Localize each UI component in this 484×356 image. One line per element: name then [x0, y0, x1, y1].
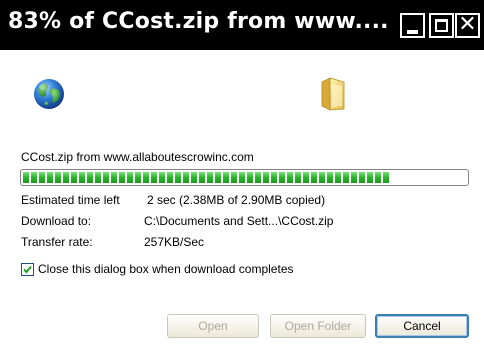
progress-fill	[23, 172, 391, 183]
progress-segment	[247, 172, 253, 183]
globe-icon	[34, 79, 64, 109]
transfer-rate-label: Transfer rate:	[21, 235, 93, 249]
source-text: CCost.zip from www.allaboutescrowinc.com	[21, 150, 254, 164]
time-left-row: Estimated time left 2 sec (2.38MB of 2.9…	[21, 193, 325, 207]
progress-segment	[79, 172, 85, 183]
folder-icon	[321, 77, 345, 111]
progress-segment	[335, 172, 341, 183]
progress-segment	[95, 172, 101, 183]
progress-segment	[167, 172, 173, 183]
progress-segment	[159, 172, 165, 183]
progress-segment	[255, 172, 261, 183]
progress-segment	[127, 172, 133, 183]
minimize-icon	[407, 30, 418, 34]
download-to-value: C:\Documents and Sett...\CCost.zip	[144, 214, 334, 228]
open-folder-button[interactable]: Open Folder	[270, 314, 366, 338]
progress-segment	[103, 172, 109, 183]
progress-segment	[175, 172, 181, 183]
time-left-value: 2 sec (2.38MB of 2.90MB copied)	[147, 193, 326, 207]
progress-segment	[55, 172, 61, 183]
minimize-button[interactable]	[400, 13, 425, 38]
progress-segment	[303, 172, 309, 183]
progress-segment	[367, 172, 373, 183]
progress-segment	[319, 172, 325, 183]
maximize-button[interactable]	[429, 13, 454, 38]
progress-segment	[351, 172, 357, 183]
progress-segment	[311, 172, 317, 183]
transfer-rate-value: 257KB/Sec	[144, 235, 205, 249]
progress-segment	[295, 172, 301, 183]
progress-segment	[359, 172, 365, 183]
close-icon: ✕	[458, 12, 477, 37]
progress-segment	[111, 172, 117, 183]
progress-segment	[191, 172, 197, 183]
progress-segment	[87, 172, 93, 183]
progress-segment	[143, 172, 149, 183]
progress-segment	[183, 172, 189, 183]
download-to-row: Download to: C:\Documents and Sett...\CC…	[21, 214, 333, 228]
close-when-done-label[interactable]: Close this dialog box when download comp…	[38, 262, 294, 276]
progress-segment	[215, 172, 221, 183]
progress-segment	[327, 172, 333, 183]
transfer-rate-row: Transfer rate: 257KB/Sec	[21, 235, 204, 249]
open-button[interactable]: Open	[167, 314, 259, 338]
progress-segment	[207, 172, 213, 183]
close-button[interactable]: ✕	[455, 12, 480, 38]
progress-segment	[119, 172, 125, 183]
progress-segment	[71, 172, 77, 183]
progress-segment	[375, 172, 381, 183]
progress-segment	[31, 172, 37, 183]
progress-segment	[343, 172, 349, 183]
close-when-done-checkbox[interactable]	[21, 263, 34, 276]
progress-segment	[271, 172, 277, 183]
download-to-label: Download to:	[21, 214, 92, 228]
progress-segment	[199, 172, 205, 183]
window-title: 83% of CCost.zip from www....	[8, 9, 389, 34]
download-dialog: 83% of CCost.zip from www.... ✕ CCost.zi…	[0, 0, 484, 356]
time-left-label: Estimated time left	[21, 193, 120, 207]
maximize-icon	[435, 19, 448, 32]
progress-segment	[151, 172, 157, 183]
cancel-button[interactable]: Cancel	[375, 314, 469, 338]
progress-segment	[287, 172, 293, 183]
progress-segment	[223, 172, 229, 183]
download-progress-bar	[20, 169, 469, 186]
progress-segment	[63, 172, 69, 183]
title-bar[interactable]: 83% of CCost.zip from www.... ✕	[0, 0, 484, 50]
progress-segment	[135, 172, 141, 183]
progress-segment	[23, 172, 29, 183]
progress-segment	[239, 172, 245, 183]
progress-segment	[47, 172, 53, 183]
checkmark-icon	[23, 265, 32, 274]
progress-segment	[263, 172, 269, 183]
progress-segment	[279, 172, 285, 183]
progress-segment	[383, 172, 389, 183]
progress-segment	[231, 172, 237, 183]
progress-segment	[39, 172, 45, 183]
